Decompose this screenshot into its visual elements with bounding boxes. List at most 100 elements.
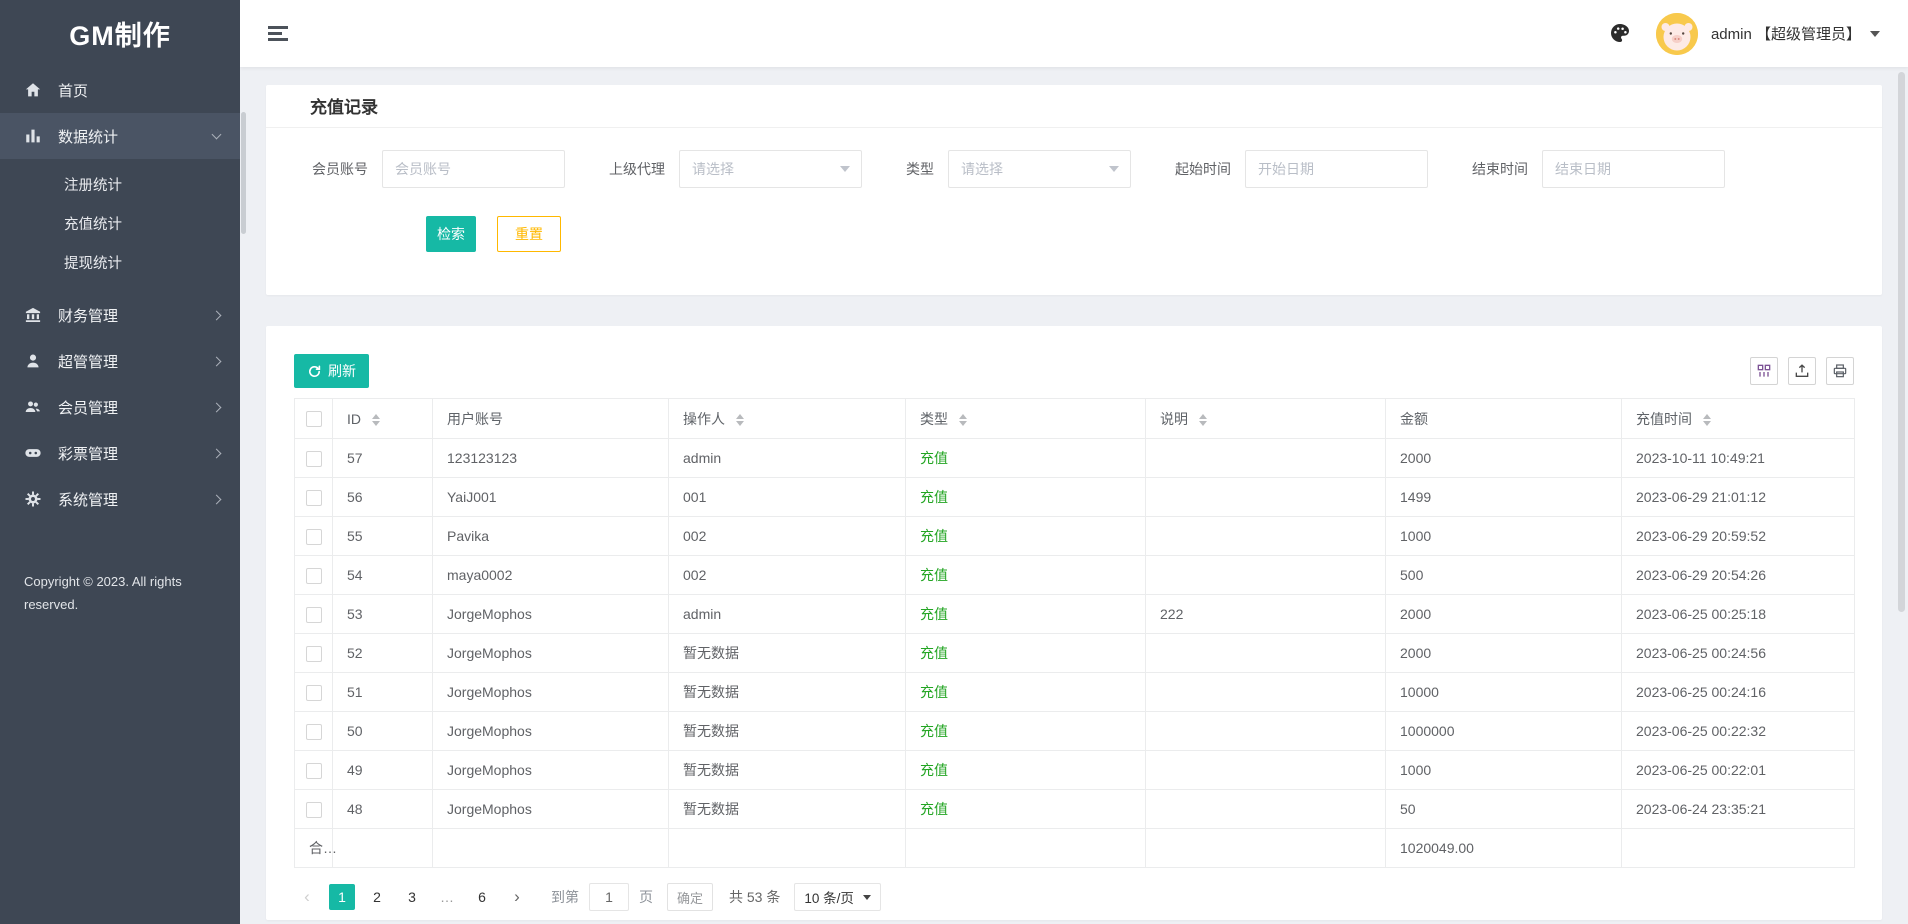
column-header-type[interactable]: 类型	[906, 399, 1146, 439]
cell-amount: 2000	[1386, 595, 1622, 634]
user-avatar[interactable]	[1656, 13, 1698, 55]
goto-confirm-button[interactable]: 确定	[667, 883, 713, 911]
cell-time: 2023-06-25 00:24:16	[1622, 673, 1855, 712]
select-placeholder: 请选择	[961, 159, 1003, 179]
cell-amount: 1499	[1386, 478, 1622, 517]
sort-icon[interactable]	[736, 414, 744, 426]
next-page-button[interactable]: ›	[504, 884, 530, 910]
row-checkbox[interactable]	[306, 685, 322, 701]
member-account-input[interactable]	[382, 150, 565, 188]
reset-button[interactable]: 重置	[497, 216, 561, 252]
page-size-select[interactable]: 10 条/页	[794, 883, 881, 911]
sidebar-item-lottery[interactable]: 彩票管理	[0, 430, 240, 476]
search-button[interactable]: 检索	[426, 216, 476, 252]
sidebar-item-finance[interactable]: 财务管理	[0, 292, 240, 338]
row-checkbox[interactable]	[306, 802, 322, 818]
user-menu[interactable]: admin 【超级管理员】	[1711, 23, 1880, 44]
sidebar-item-members[interactable]: 会员管理	[0, 384, 240, 430]
cell-amount: 1000000	[1386, 712, 1622, 751]
column-header-time[interactable]: 充值时间	[1622, 399, 1855, 439]
cell-id: 52	[333, 634, 433, 673]
print-button[interactable]	[1826, 357, 1854, 385]
field-label: 起始时间	[1173, 159, 1231, 179]
select-placeholder: 请选择	[692, 159, 734, 179]
row-checkbox[interactable]	[306, 646, 322, 662]
page-button-6[interactable]: 6	[469, 884, 495, 910]
end-date-input[interactable]	[1542, 150, 1725, 188]
refresh-button[interactable]: 刷新	[294, 354, 369, 388]
cell-amount: 1000	[1386, 517, 1622, 556]
column-header-operator[interactable]: 操作人	[669, 399, 906, 439]
type-select[interactable]: 请选择	[948, 150, 1131, 188]
column-header-id[interactable]: ID	[333, 399, 433, 439]
row-checkbox[interactable]	[306, 451, 322, 467]
filter-columns-icon	[1756, 363, 1772, 379]
table-row: 51 JorgeMophos 暂无数据 充值 10000 2023-06-25 …	[295, 673, 1855, 712]
cell-type: 充值	[906, 673, 1146, 712]
filter-columns-button[interactable]	[1750, 357, 1778, 385]
sort-icon[interactable]	[959, 414, 967, 426]
start-date-input[interactable]	[1245, 150, 1428, 188]
app-root: GM制作 首页 数据统计 注册统计 充值统计 提现统计 财务管理	[0, 0, 1908, 924]
row-checkbox[interactable]	[306, 763, 322, 779]
sidebar-item-label: 系统管理	[58, 489, 213, 510]
goto-suffix-label: 页	[639, 887, 653, 907]
table-row: 55 Pavika 002 充值 1000 2023-06-29 20:59:5…	[295, 517, 1855, 556]
total-count-label: 共 53 条	[729, 887, 780, 907]
field-parent-agent: 上级代理 请选择	[607, 150, 862, 188]
row-checkbox[interactable]	[306, 568, 322, 584]
sidebar-item-home[interactable]: 首页	[0, 67, 240, 113]
table-row: 57 123123123 admin 充值 2000 2023-10-11 10…	[295, 439, 1855, 478]
sidebar-subitem-recharge-stats[interactable]: 充值统计	[0, 206, 240, 245]
page-button-3[interactable]: 3	[399, 884, 425, 910]
cell-operator: 暂无数据	[669, 634, 906, 673]
column-header-note[interactable]: 说明	[1146, 399, 1386, 439]
page-ellipsis: …	[434, 884, 460, 910]
sidebar-subitem-withdraw-stats[interactable]: 提现统计	[0, 245, 240, 284]
page-scrollbar-thumb[interactable]	[1898, 72, 1905, 612]
sidebar-subitem-register-stats[interactable]: 注册统计	[0, 167, 240, 206]
cell-note	[1146, 790, 1386, 829]
goto-page-input[interactable]	[589, 883, 629, 911]
row-checkbox[interactable]	[306, 607, 322, 623]
theme-palette-icon[interactable]	[1608, 21, 1634, 47]
row-checkbox[interactable]	[306, 490, 322, 506]
row-checkbox[interactable]	[306, 724, 322, 740]
cell-amount: 50	[1386, 790, 1622, 829]
cell-note	[1146, 439, 1386, 478]
cell-note	[1146, 712, 1386, 751]
sort-icon[interactable]	[1703, 414, 1711, 426]
prev-page-button[interactable]: ‹	[294, 884, 320, 910]
select-all-checkbox[interactable]	[306, 411, 322, 427]
row-checkbox-cell	[295, 751, 333, 790]
sidebar-item-data-stats[interactable]: 数据统计	[0, 113, 240, 159]
app-logo: GM制作	[0, 0, 240, 67]
total-row: 合… 1020049.00	[295, 829, 1855, 868]
sidebar-item-system[interactable]: 系统管理	[0, 476, 240, 522]
table-tool-icons	[1750, 357, 1854, 385]
user-name: admin 【超级管理员】	[1711, 23, 1861, 44]
row-checkbox[interactable]	[306, 529, 322, 545]
page-button-2[interactable]: 2	[364, 884, 390, 910]
sidebar: GM制作 首页 数据统计 注册统计 充值统计 提现统计 财务管理	[0, 0, 240, 924]
sidebar-item-superadmin[interactable]: 超管管理	[0, 338, 240, 384]
refresh-label: 刷新	[328, 361, 356, 381]
sidebar-scrollbar-thumb[interactable]	[241, 112, 246, 234]
parent-agent-select[interactable]: 请选择	[679, 150, 862, 188]
field-start-time: 起始时间	[1173, 150, 1428, 188]
column-header-account: 用户账号	[433, 399, 669, 439]
chevron-right-icon	[212, 356, 222, 366]
cell-id: 50	[333, 712, 433, 751]
select-arrow-icon	[840, 166, 850, 172]
export-button[interactable]	[1788, 357, 1816, 385]
menu-toggle-icon[interactable]	[268, 23, 290, 45]
field-label: 类型	[904, 159, 934, 179]
cell-amount: 1000	[1386, 751, 1622, 790]
chevron-right-icon	[212, 310, 222, 320]
sort-icon[interactable]	[1199, 414, 1207, 426]
cell-operator: 暂无数据	[669, 790, 906, 829]
sort-icon[interactable]	[372, 414, 380, 426]
table-row: 52 JorgeMophos 暂无数据 充值 2000 2023-06-25 0…	[295, 634, 1855, 673]
page-button-1[interactable]: 1	[329, 884, 355, 910]
top-header: admin 【超级管理员】	[240, 0, 1908, 67]
